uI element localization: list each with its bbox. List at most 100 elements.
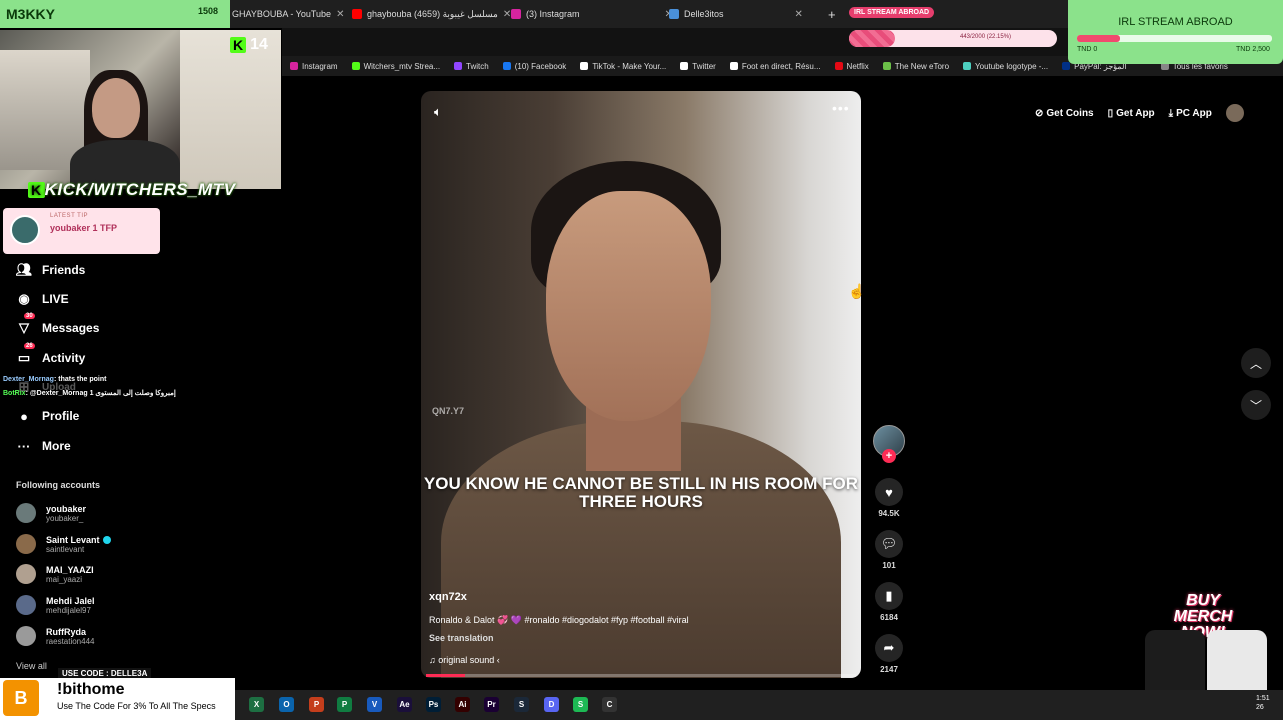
taskbar-app-icon[interactable]: Ps: [426, 697, 441, 712]
bookmark-icon: [834, 62, 843, 70]
sidebar-item-activity[interactable]: ▭ 26 Activity: [16, 343, 85, 366]
video-author[interactable]: xqn72x: [429, 591, 467, 603]
irl-goal-min: TND 0: [1077, 46, 1098, 53]
bookmark-item[interactable]: Twitter: [680, 62, 716, 71]
bookmark-item[interactable]: Youtube logotype -...: [963, 62, 1048, 71]
bookmark-icon: [580, 62, 589, 70]
bookmark-icon: [680, 62, 689, 70]
following-account[interactable]: MAI_YAAZI mai_yaazi: [16, 564, 94, 584]
account-handle: raestation444: [46, 636, 95, 646]
account-name: MAI_YAAZI: [46, 564, 94, 575]
taskbar-app-icon[interactable]: O: [279, 697, 294, 712]
system-clock[interactable]: 1:51 26: [1256, 694, 1270, 712]
bookmark-label: Witchers_mtv Strea...: [363, 61, 441, 71]
see-translation-link[interactable]: See translation: [429, 633, 494, 643]
bookmark-item[interactable]: TikTok - Make Your...: [580, 62, 666, 71]
page-icon: [669, 9, 679, 19]
promo-subtext: Use The Code For 3% To All The Specs: [57, 701, 216, 711]
comment-button[interactable]: 💬︎ 101: [873, 530, 905, 570]
bookmark-item[interactable]: The New eToro: [882, 62, 949, 71]
activity-icon: ▭ 26: [17, 343, 35, 365]
share-button[interactable]: ➦ 2147: [873, 634, 905, 674]
taskbar-app-icon[interactable]: V: [367, 697, 382, 712]
following-account[interactable]: Saint Levant saintlevant: [16, 534, 111, 554]
streamer-name-bar: M3KKY: [0, 0, 230, 28]
sidebar-item-profile[interactable]: ● Profile: [16, 408, 79, 424]
like-button[interactable]: ♥ 94.5K: [873, 478, 905, 518]
taskbar-app-icon[interactable]: P: [337, 697, 352, 712]
share-icon: ➦: [875, 634, 903, 662]
view-all-link[interactable]: View all: [16, 661, 47, 671]
new-tab-button[interactable]: +: [822, 3, 842, 25]
save-count: 6184: [880, 613, 898, 622]
irl-goal-fill: [1077, 35, 1120, 42]
bookmark-item[interactable]: (10) Facebook: [502, 62, 566, 71]
sidebar-item-label: Profile: [42, 409, 80, 423]
volume-icon[interactable]: 🔈︎: [434, 104, 442, 120]
following-account[interactable]: RuffRyda raestation444: [16, 626, 94, 646]
taskbar-app-icon[interactable]: Ae: [397, 697, 412, 712]
bookmark-item[interactable]: Twitch: [454, 62, 489, 71]
chat-message: Dexter_Mornag: thats the point: [3, 376, 106, 383]
irl-goal-max: TND 2,500: [1236, 46, 1270, 53]
taskbar-app-icon[interactable]: Ai: [455, 697, 470, 712]
profile-avatar[interactable]: [1225, 104, 1244, 122]
coin-icon: ⊘: [1035, 107, 1044, 119]
previous-video-button[interactable]: ︿: [1241, 348, 1271, 378]
tip-avatar: [10, 215, 40, 245]
notification-badge: 26: [24, 343, 35, 349]
tab-youtube-series[interactable]: ghaybouba مسلسل غيبوبة (4659) ✕: [346, 3, 517, 25]
sidebar-item-more[interactable]: ··· More: [16, 438, 71, 454]
kick-follower-count: K 14: [230, 36, 268, 54]
get-app-button[interactable]: ▯ Get App: [1108, 108, 1155, 119]
save-button[interactable]: ▮ 6184: [873, 582, 905, 622]
kick-logo-icon: K: [28, 182, 45, 198]
tab-label: Delle3itos: [684, 9, 724, 19]
tab-instagram[interactable]: (3) Instagram✕: [505, 3, 679, 25]
bookmark-item[interactable]: Instagram: [290, 62, 338, 71]
plus-icon: +: [828, 6, 836, 22]
video-player[interactable]: [421, 91, 861, 678]
verified-badge-icon: [102, 536, 111, 545]
taskbar-app-icon[interactable]: X: [249, 697, 264, 712]
following-account[interactable]: Mehdi Jalel mehdijalel97: [16, 595, 95, 615]
heart-icon: ♥: [875, 478, 903, 506]
taskbar-app-icon[interactable]: S: [514, 697, 529, 712]
next-video-button[interactable]: ﹀: [1241, 390, 1271, 420]
messages-icon: ▽ 30: [19, 313, 35, 335]
get-coins-button[interactable]: ⊘ Get Coins: [1035, 108, 1094, 119]
more-options-icon[interactable]: •••: [832, 100, 850, 116]
tab-delle3itos[interactable]: Delle3itos ✕: [663, 3, 809, 25]
following-account[interactable]: youbaker youbaker_: [16, 503, 86, 523]
kick-handle: K KICK/WITCHERS_MTV: [28, 180, 235, 200]
taskbar-app-icon[interactable]: D: [544, 697, 559, 712]
bookmark-item[interactable]: Netflix: [834, 62, 869, 71]
bookmark-icon: [290, 62, 298, 70]
taskbar-app-icon[interactable]: Pr: [484, 697, 499, 712]
close-icon[interactable]: ✕: [795, 9, 803, 20]
tab-goal-pill[interactable]: IRL STREAM ABROAD: [849, 7, 935, 18]
bookmark-label: TikTok - Make Your...: [592, 61, 667, 71]
chat-message: BotRix: @Dexter_Mornag إمبروكا وصلت إلى …: [3, 389, 176, 397]
pc-app-button[interactable]: ⤓ PC App: [1169, 108, 1212, 119]
video-progress-track[interactable]: [426, 674, 856, 677]
video-sound[interactable]: ♫ original sound ‹: [429, 655, 500, 665]
chevron-down-icon: ﹀: [1249, 398, 1262, 413]
follow-plus-icon[interactable]: +: [882, 449, 896, 463]
taskbar-app-icon[interactable]: S: [573, 697, 588, 712]
taskbar-app-icon[interactable]: P: [309, 697, 324, 712]
download-icon: ⤓: [1168, 107, 1174, 119]
sidebar-item-label: More: [42, 439, 71, 453]
tab-youtube[interactable]: GHAYBOUBA - YouTube ✕: [226, 3, 350, 25]
sidebar-item-messages[interactable]: ▽ 30 Messages: [16, 313, 99, 336]
bookmark-item[interactable]: Witchers_mtv Strea...: [351, 61, 441, 71]
sidebar-item-friends[interactable]: 👥︎ Friends: [16, 262, 86, 278]
taskbar-app-icon[interactable]: C: [602, 697, 617, 712]
bookmark-item[interactable]: Foot en direct, Résu...: [729, 62, 821, 71]
donation-goal-fill: [849, 30, 895, 47]
get-app-label: Get App: [1116, 107, 1155, 119]
irl-goal-widget: [1068, 0, 1283, 64]
sidebar-item-live[interactable]: ◉ LIVE: [16, 291, 68, 307]
sidebar-item-label: Friends: [42, 263, 86, 277]
close-icon[interactable]: ✕: [336, 9, 344, 20]
